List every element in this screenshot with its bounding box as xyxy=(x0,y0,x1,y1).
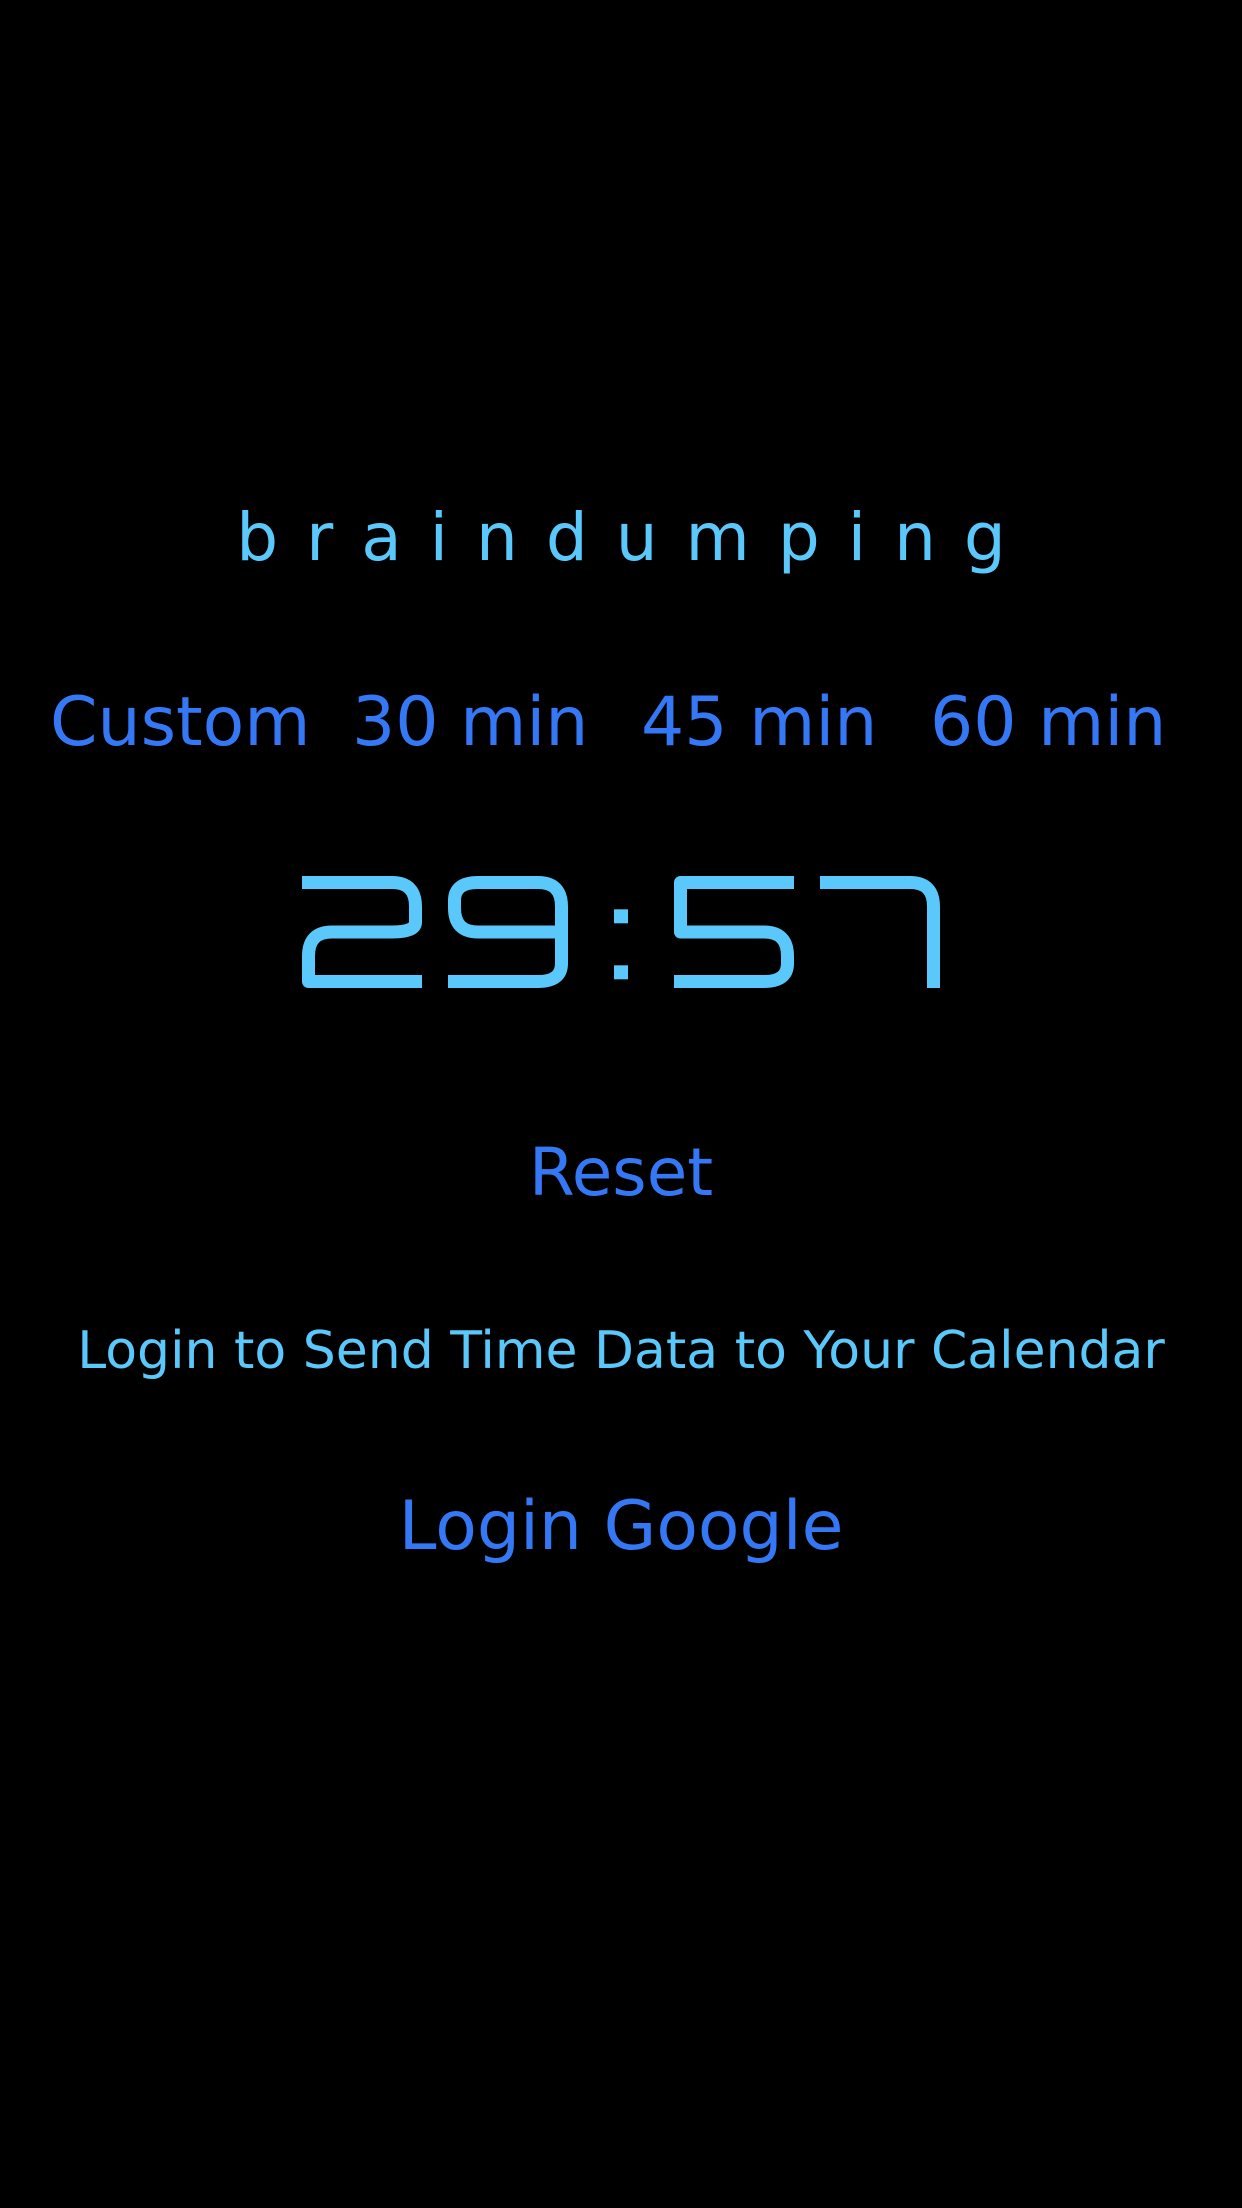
timer-digit xyxy=(302,876,422,988)
custom-duration-button[interactable]: Custom xyxy=(50,678,311,768)
timer-digit xyxy=(674,876,794,988)
timer-digit xyxy=(820,876,940,988)
duration-60-button[interactable]: 60 min xyxy=(930,678,1166,768)
login-google-button[interactable]: Login Google xyxy=(0,1482,1242,1572)
reset-button[interactable]: Reset xyxy=(0,1128,1242,1218)
countdown-timer xyxy=(0,852,1242,1012)
countdown-timer-digits xyxy=(302,876,940,988)
duration-selector: Custom 30 min 45 min 60 min xyxy=(0,678,1242,768)
timer-colon xyxy=(614,909,628,980)
app-title: braindumping xyxy=(236,499,1034,576)
duration-45-button[interactable]: 45 min xyxy=(641,678,877,768)
timer-digit xyxy=(448,876,568,988)
duration-30-button[interactable]: 30 min xyxy=(352,678,588,768)
login-prompt-text: Login to Send Time Data to Your Calendar xyxy=(77,1321,1165,1381)
